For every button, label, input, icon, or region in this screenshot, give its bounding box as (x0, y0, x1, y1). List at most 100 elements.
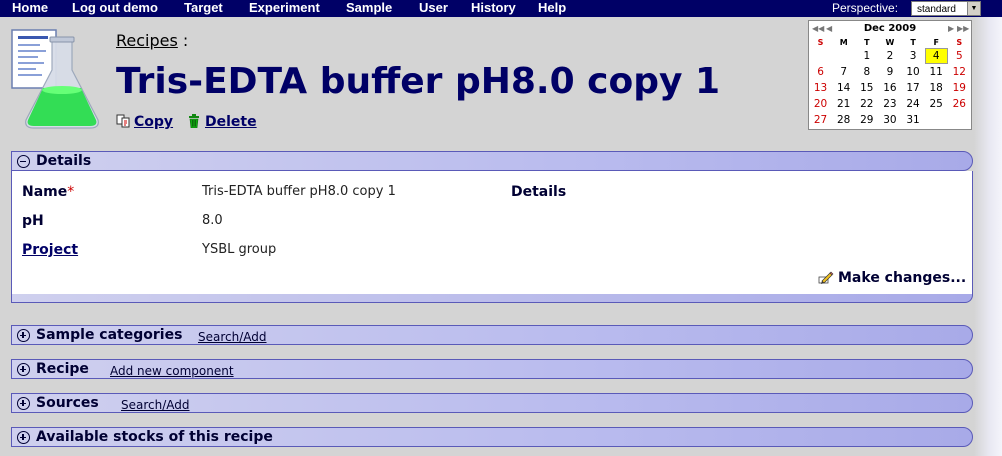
nav-history[interactable]: History (471, 0, 516, 16)
calendar-day[interactable]: 20 (809, 96, 832, 112)
calendar-weekday: T (910, 38, 916, 47)
sources-title[interactable]: Sources (36, 395, 99, 412)
recipe-title[interactable]: Recipe (36, 361, 89, 378)
calendar-day-today[interactable]: 4 (924, 48, 948, 64)
calendar-day[interactable]: 11 (925, 64, 948, 80)
calendar-day[interactable]: 21 (832, 96, 855, 112)
recipe-section: Recipe Add new component (11, 359, 973, 379)
calendar-month: Dec 2009 (863, 23, 917, 34)
available-stocks-header: Available stocks of this recipe (11, 427, 973, 447)
calendar-day[interactable]: 9 (878, 64, 901, 80)
details-column-label: Details (511, 184, 567, 200)
nav-help[interactable]: Help (538, 0, 566, 16)
sample-categories-search-add-link[interactable]: Search/Add (198, 330, 267, 344)
calendar-day[interactable]: 25 (925, 96, 948, 112)
sample-categories-header: Sample categories Search/Add (11, 325, 973, 345)
breadcrumb: Recipes : (116, 31, 188, 51)
calendar-day (832, 48, 855, 64)
delete-button[interactable]: Delete (187, 114, 257, 130)
calendar-day[interactable]: 13 (809, 80, 832, 96)
ph-value: 8.0 (202, 213, 223, 228)
trash-icon (189, 114, 199, 128)
next-month-icon[interactable]: ▶ (948, 23, 954, 35)
calendar-day[interactable]: 28 (832, 112, 855, 128)
make-changes-button[interactable]: Make changes... (818, 269, 966, 287)
calendar-day[interactable]: 27 (809, 112, 832, 128)
make-changes-label: Make changes... (838, 270, 967, 286)
project-link[interactable]: Project (22, 241, 78, 259)
calendar-header: ◀◀ ◀ Dec 2009 ▶ ▶▶ (809, 23, 971, 35)
available-stocks-section: Available stocks of this recipe (11, 427, 973, 447)
calendar-day[interactable]: 17 (902, 80, 925, 96)
sample-categories-title[interactable]: Sample categories (36, 327, 182, 344)
calendar-weekday: S (956, 38, 963, 47)
calendar-day[interactable]: 3 (902, 48, 925, 64)
calendar-day[interactable]: 16 (878, 80, 901, 96)
calendar-day[interactable]: 18 (925, 80, 948, 96)
calendar-day[interactable]: 12 (948, 64, 971, 80)
perspective-select[interactable]: standard ▼ (911, 1, 981, 16)
breadcrumb-recipes-link[interactable]: Recipes (116, 31, 178, 50)
calendar-day[interactable]: 24 (902, 96, 925, 112)
nav-sample[interactable]: Sample (346, 0, 392, 16)
flask-document-icon (11, 29, 99, 129)
recipe-logo (10, 28, 110, 130)
calendar-day[interactable]: 19 (948, 80, 971, 96)
calendar-day[interactable]: 6 (809, 64, 832, 80)
calendar-day[interactable]: 10 (902, 64, 925, 80)
sources-section: Sources Search/Add (11, 393, 973, 413)
top-nav: Home Log out demo Target Experiment Samp… (0, 0, 1002, 17)
nav-experiment[interactable]: Experiment (249, 0, 320, 16)
calendar-day[interactable]: 30 (878, 112, 901, 128)
calendar-day[interactable]: 8 (855, 64, 878, 80)
perspective-value: standard (917, 4, 956, 15)
calendar-weekday-row: SMTWTFS (809, 37, 971, 48)
details-body: Name* Tris-EDTA buffer pH8.0 copy 1 Deta… (11, 171, 973, 294)
copy-button[interactable]: Copy (116, 114, 173, 130)
add-new-component-link[interactable]: Add new component (110, 364, 234, 378)
pencil-icon (818, 271, 834, 284)
copy-label: Copy (134, 114, 174, 130)
calendar-weekday: T (864, 38, 870, 47)
sources-search-add-link[interactable]: Search/Add (121, 398, 190, 412)
expand-icon[interactable] (17, 329, 30, 342)
copy-icon (116, 114, 130, 128)
edge-stripe (974, 17, 1002, 456)
calendar: ◀◀ ◀ Dec 2009 ▶ ▶▶ S M T W T F S 1 2 3 4 5 6 7 8 9 10 11 1… (808, 20, 972, 130)
breadcrumb-separator: : (182, 31, 189, 50)
nav-target[interactable]: Target (184, 0, 223, 16)
expand-icon[interactable] (17, 431, 30, 444)
nav-log-out[interactable]: Log out demo (72, 0, 158, 16)
nav-user[interactable]: User (419, 0, 448, 16)
calendar-day (809, 48, 832, 64)
next-year-icon[interactable]: ▶▶ (957, 23, 969, 35)
expand-icon[interactable] (17, 363, 30, 376)
details-title: Details (36, 153, 92, 169)
calendar-day[interactable]: 7 (832, 64, 855, 80)
name-label-text: Name (22, 184, 68, 200)
dropdown-arrow-icon[interactable]: ▼ (967, 2, 980, 15)
calendar-day[interactable]: 5 (948, 48, 971, 64)
calendar-weekday: S (817, 38, 824, 47)
calendar-day[interactable]: 31 (902, 112, 925, 128)
calendar-day[interactable]: 29 (855, 112, 878, 128)
calendar-day[interactable]: 1 (855, 48, 878, 64)
calendar-day[interactable]: 26 (948, 96, 971, 112)
name-value: Tris-EDTA buffer pH8.0 copy 1 (202, 184, 396, 199)
calendar-weekday: W (885, 38, 895, 47)
recipe-header: Recipe Add new component (11, 359, 973, 379)
details-footer (11, 294, 973, 303)
nav-home[interactable]: Home (12, 0, 48, 16)
details-section: Details Name* Tris-EDTA buffer pH8.0 cop… (11, 151, 973, 304)
calendar-day[interactable]: 23 (878, 96, 901, 112)
sample-categories-section: Sample categories Search/Add (11, 325, 973, 345)
calendar-day[interactable]: 2 (878, 48, 901, 64)
available-stocks-title[interactable]: Available stocks of this recipe (36, 429, 273, 446)
calendar-day[interactable]: 22 (855, 96, 878, 112)
calendar-day[interactable]: 15 (855, 80, 878, 96)
calendar-day[interactable]: 14 (832, 80, 855, 96)
collapse-icon[interactable] (17, 155, 30, 168)
project-value: YSBL group (202, 242, 277, 257)
calendar-week-row: 13 14 15 16 17 18 19 (809, 80, 971, 96)
expand-icon[interactable] (17, 397, 30, 410)
